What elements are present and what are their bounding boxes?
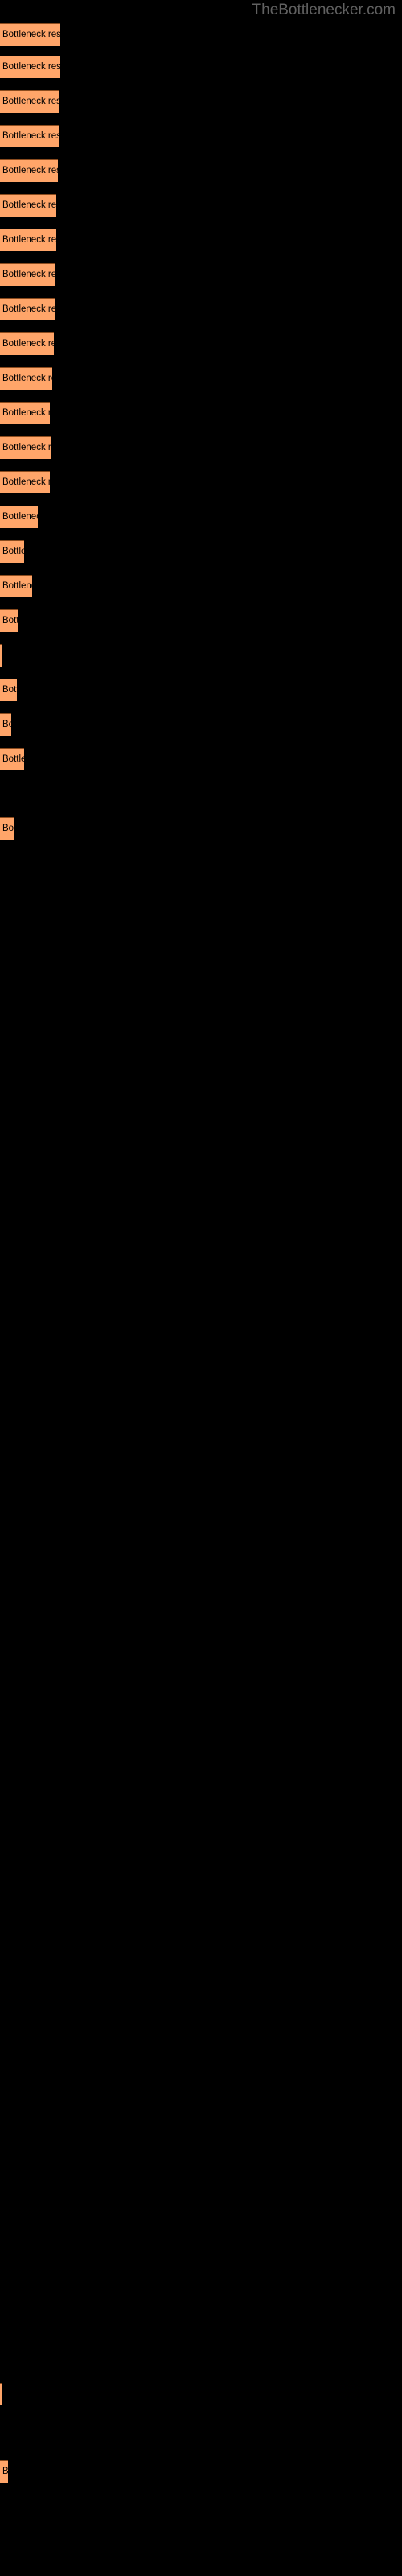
bar-20: Bottleneck result [0, 679, 17, 701]
bar-label: Bottleneck result [2, 443, 51, 452]
bar-label: Bottleneck result [2, 685, 17, 695]
bar-7: Bottleneck result [0, 229, 56, 251]
bar-label: Bottleneck result [2, 166, 58, 175]
bar-12: Bottleneck result [0, 402, 50, 424]
bar-label: Bottleneck result [2, 339, 54, 349]
bar-6: Bottleneck result [0, 194, 56, 217]
bar-label: Bottleneck result [2, 304, 55, 314]
bottleneck-bar-chart: Bottleneck result Bottleneck result Bottle… [0, 0, 402, 2576]
bar-3: Bottleneck result [0, 90, 59, 113]
bar-label: Bottleneck result [2, 2467, 8, 2476]
bar-1: Bottleneck result [0, 23, 60, 46]
bar-15: Bottleneck result [0, 506, 38, 528]
bar-label: Bottleneck result [2, 408, 50, 418]
bar-label: Bottleneck result [2, 235, 56, 245]
bar-label: Bottleneck result [2, 547, 24, 556]
bar-label: Bottleneck result [2, 131, 59, 141]
bar-5: Bottleneck result [0, 159, 58, 182]
bar-label: Bottleneck result [2, 754, 24, 764]
bar-8: Bottleneck result [0, 263, 55, 286]
bar-17: Bottleneck result [0, 575, 32, 597]
bar-2: Bottleneck result [0, 56, 60, 78]
bar-11: Bottleneck result [0, 367, 52, 390]
bar-label: Bottleneck result [2, 270, 55, 279]
bar-9: Bottleneck result [0, 298, 55, 320]
bar-21: Bottleneck result [0, 713, 11, 736]
bar-label: Bottleneck result [2, 97, 59, 106]
bar-27: Bottleneck result [0, 2460, 8, 2483]
bar-label: Bottleneck result [2, 477, 50, 487]
bar-22: Bottleneck result [0, 748, 24, 770]
bar-label: Bottleneck result [2, 824, 14, 833]
bar-label: Bottleneck result [2, 374, 52, 383]
bar-13: Bottleneck result [0, 436, 51, 459]
bar-label: Bottleneck result [2, 720, 11, 729]
bar-label: Bottleneck result [2, 30, 60, 39]
bar-4: Bottleneck result [0, 125, 59, 147]
bar-14: Bottleneck result [0, 471, 50, 493]
bar-label: Bottleneck result [2, 512, 38, 522]
bar-26: Bottleneck result [0, 2383, 2, 2405]
bar-label: Bottleneck result [2, 581, 32, 591]
bar-label: Bottleneck result [2, 616, 18, 625]
bar-19: Bottleneck result [0, 644, 2, 667]
bar-label: Bottleneck result [2, 200, 56, 210]
bar-18: Bottleneck result [0, 609, 18, 632]
bar-label: Bottleneck result [2, 62, 60, 72]
bar-16: Bottleneck result [0, 540, 24, 563]
bar-10: Bottleneck result [0, 332, 54, 355]
bar-24: Bottleneck result [0, 817, 14, 840]
